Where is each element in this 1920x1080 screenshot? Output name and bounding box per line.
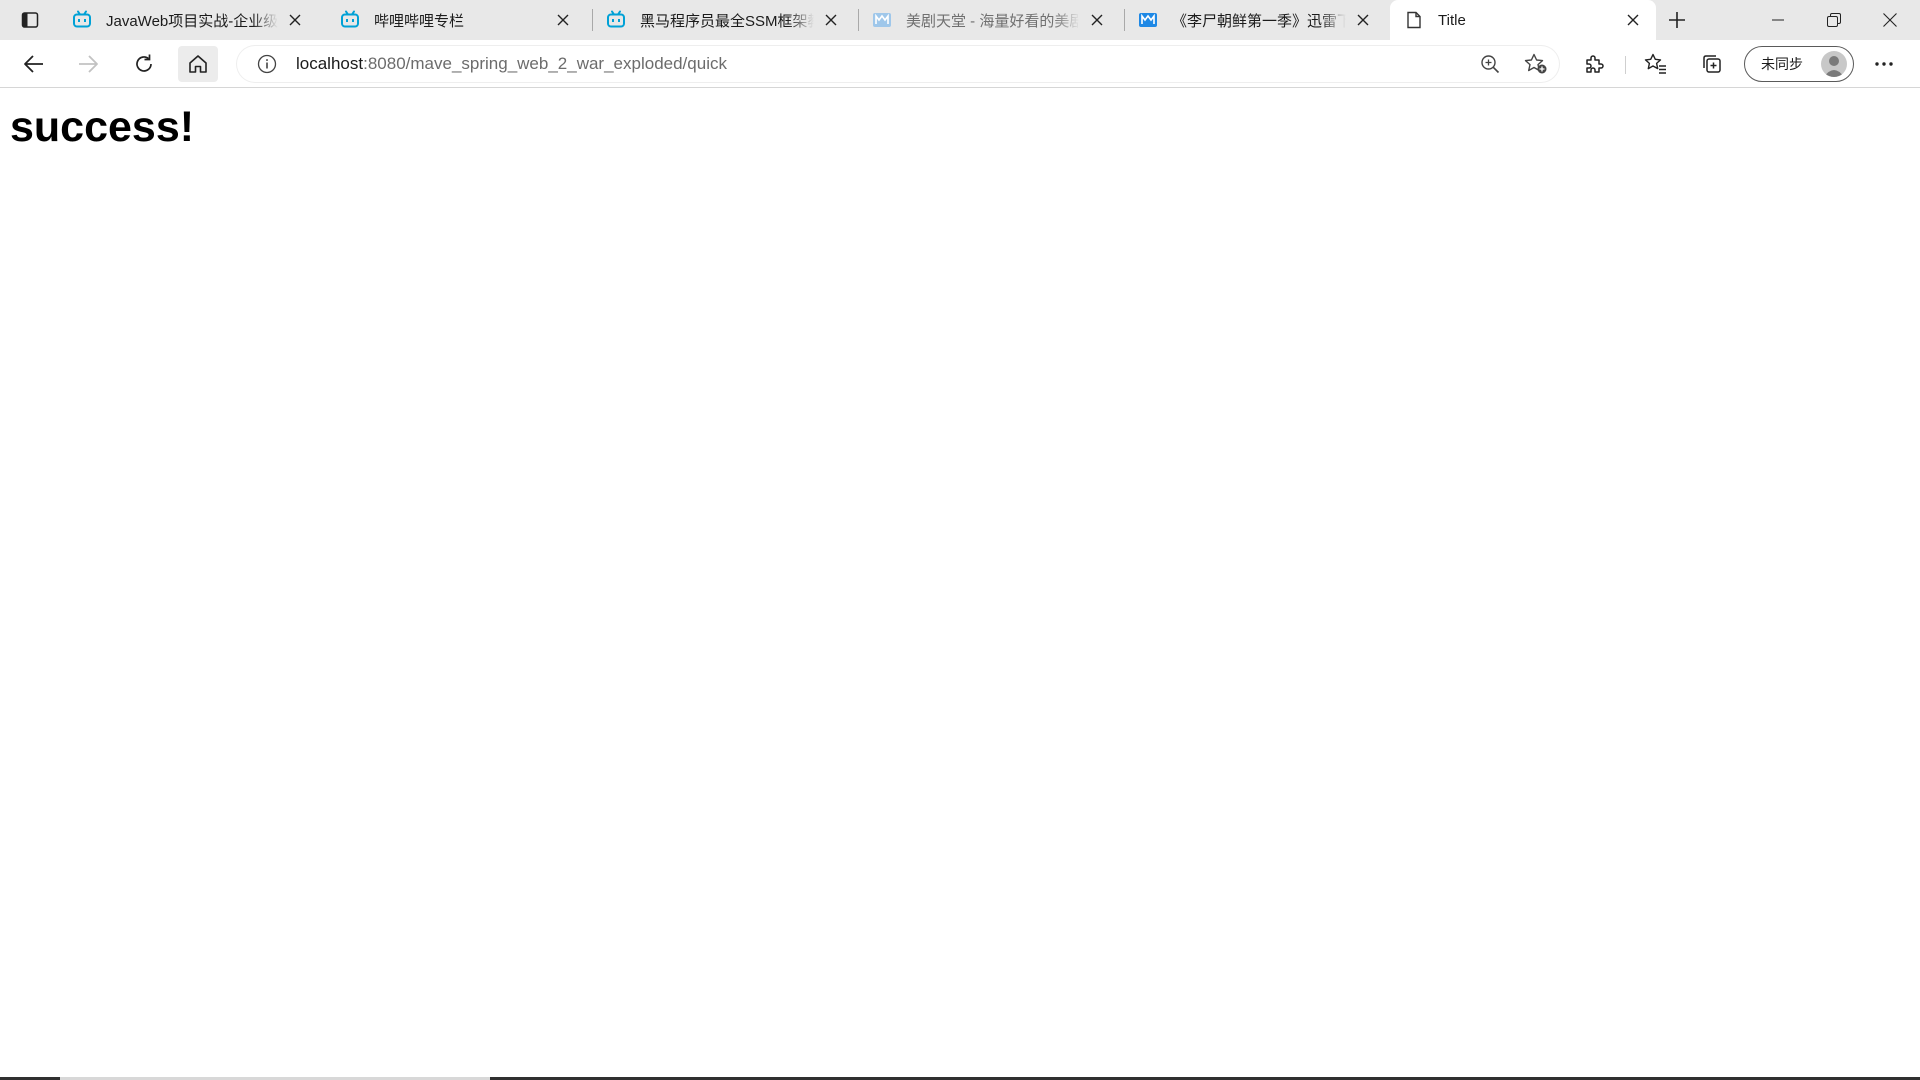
tab-actions-icon <box>21 12 39 28</box>
home-icon <box>189 55 207 73</box>
bilibili-icon <box>340 10 360 30</box>
tab-title: JavaWeb项目实战-企业级CRM客户关系管理系统 <box>106 12 278 30</box>
tab-title: 哔哩哔哩专栏 <box>374 12 465 30</box>
arrow-left-icon <box>24 55 43 73</box>
tab-javaweb[interactable]: JavaWeb项目实战-企业级CRM客户关系管理系统 <box>58 0 318 40</box>
bilibili-icon <box>606 10 626 30</box>
browser-toolbar: localhost:8080/mave_spring_web_2_war_exp… <box>0 40 1920 88</box>
forward-button[interactable] <box>68 46 108 82</box>
tab-title: 《李尸朝鲜第一季》迅雷下载 <box>1172 12 1346 30</box>
tab-meijutt[interactable]: 美剧天堂 - 海量好看的美剧在线观看 <box>858 0 1120 40</box>
close-icon <box>289 14 301 26</box>
zoom-button[interactable] <box>1472 46 1508 82</box>
arrow-right-icon <box>79 55 98 73</box>
tab-close-button[interactable] <box>1622 9 1644 31</box>
new-tab-button[interactable] <box>1660 6 1694 34</box>
restore-button[interactable] <box>1806 0 1862 40</box>
collections-button[interactable] <box>1692 46 1732 82</box>
tab-title: Title <box>1438 11 1466 29</box>
close-icon <box>1091 14 1103 26</box>
meijutt-icon <box>1138 10 1158 30</box>
close-icon <box>825 14 837 26</box>
url-text: localhost:8080/mave_spring_web_2_war_exp… <box>296 54 727 74</box>
favorites-icon <box>1644 53 1666 74</box>
avatar <box>1821 51 1847 77</box>
tab-close-button[interactable] <box>284 9 306 31</box>
tab-title: 黑马程序员最全SSM框架教程 <box>640 12 814 30</box>
user-avatar-icon <box>1824 56 1844 77</box>
home-button[interactable] <box>178 46 218 82</box>
plus-icon <box>1669 12 1685 28</box>
back-button[interactable] <box>14 46 54 82</box>
tab-close-button[interactable] <box>1086 9 1108 31</box>
toolbar-separator <box>1625 56 1626 74</box>
bilibili-icon <box>72 10 92 30</box>
settings-more-button[interactable] <box>1864 46 1904 82</box>
info-icon <box>257 54 277 74</box>
minimize-button[interactable] <box>1750 0 1806 40</box>
meijutt-icon <box>872 10 892 30</box>
page-heading: success! <box>10 103 195 151</box>
add-favorite-button[interactable] <box>1518 46 1554 82</box>
close-icon <box>557 14 569 26</box>
refresh-button[interactable] <box>124 46 164 82</box>
tab-close-button[interactable] <box>1352 9 1374 31</box>
tab-bilibili-column[interactable]: 哔哩哔哩专栏 <box>326 0 586 40</box>
zoom-in-icon <box>1481 55 1500 74</box>
page-content: success! <box>0 89 1920 1080</box>
tab-title: 美剧天堂 - 海量好看的美剧在线观看 <box>906 12 1080 30</box>
profile-button[interactable]: 未同步 <box>1744 46 1854 82</box>
favorites-button[interactable] <box>1636 46 1676 82</box>
tab-strip: JavaWeb项目实战-企业级CRM客户关系管理系统 哔哩哔哩专栏 <box>0 0 1920 40</box>
extensions-button[interactable] <box>1574 46 1614 82</box>
more-horizontal-icon <box>1875 62 1893 66</box>
puzzle-icon <box>1586 55 1604 73</box>
collections-icon <box>1703 55 1721 73</box>
tab-actions-button[interactable] <box>12 6 48 34</box>
close-icon <box>1883 13 1897 27</box>
tab-close-button[interactable] <box>552 9 574 31</box>
profile-sync-label: 未同步 <box>1761 56 1803 72</box>
address-bar[interactable]: localhost:8080/mave_spring_web_2_war_exp… <box>236 45 1560 83</box>
refresh-icon <box>136 54 152 72</box>
url-path: :8080/mave_spring_web_2_war_exploded/qui… <box>363 54 727 73</box>
site-info-button[interactable] <box>246 45 288 83</box>
tab-title-active[interactable]: Title <box>1390 0 1656 40</box>
url-host: localhost <box>296 54 364 73</box>
page-icon <box>1404 10 1424 30</box>
star-add-icon <box>1524 53 1547 74</box>
tab-close-button[interactable] <box>820 9 842 31</box>
close-window-button[interactable] <box>1862 0 1918 40</box>
restore-icon <box>1827 13 1841 27</box>
tab-ssm-tutorial[interactable]: 黑马程序员最全SSM框架教程 <box>592 0 854 40</box>
minimize-icon <box>1772 19 1784 21</box>
close-icon <box>1357 14 1369 26</box>
tab-kingdom-download[interactable]: 《李尸朝鲜第一季》迅雷下载 <box>1124 0 1386 40</box>
close-icon <box>1627 14 1639 26</box>
